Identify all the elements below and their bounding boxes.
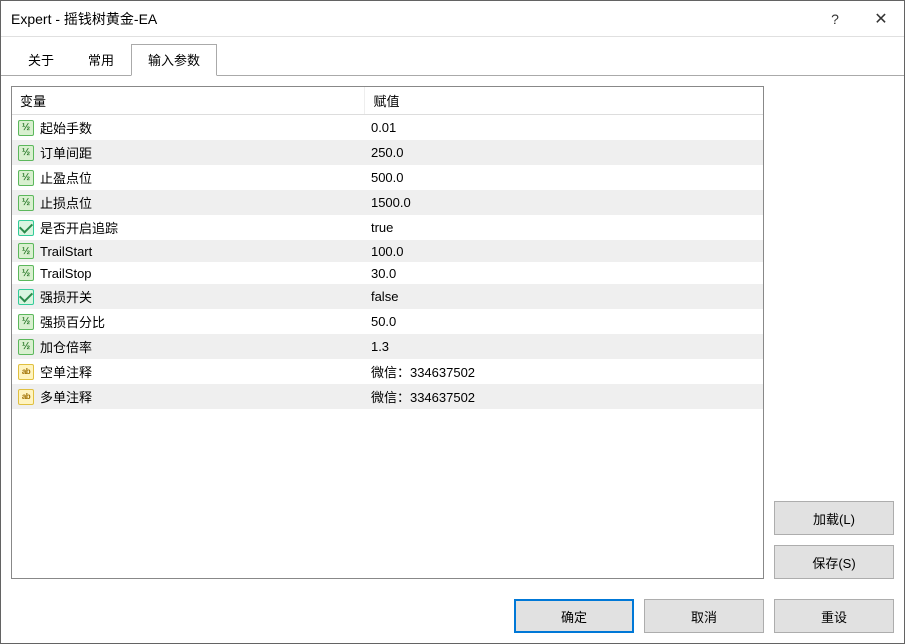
- header-variable[interactable]: 变量: [12, 87, 365, 115]
- variable-value[interactable]: 500.0: [365, 165, 763, 190]
- table-row[interactable]: 订单间距 250.0: [12, 140, 763, 165]
- variable-name: 是否开启追踪: [40, 218, 118, 237]
- tab-inputs[interactable]: 输入参数: [131, 44, 217, 76]
- variable-name: TrailStop: [40, 266, 92, 281]
- variable-name: 起始手数: [40, 118, 92, 137]
- variable-value[interactable]: 250.0: [365, 140, 763, 165]
- variable-value[interactable]: 1500.0: [365, 190, 763, 215]
- table-row[interactable]: 加仓倍率 1.3: [12, 334, 763, 359]
- table-body[interactable]: 起始手数0.01订单间距250.0止盈点位500.0止损点位1500.0是否开启…: [12, 115, 763, 578]
- table-row[interactable]: TrailStop 30.0: [12, 262, 763, 284]
- variable-name: TrailStart: [40, 244, 92, 259]
- content-area: 变量 赋值 起始手数 0.01 订单间距 250.0 止盈点位 500.0 止损点位 1500…: [1, 76, 904, 589]
- dialog-window: Expert - 摇钱树黄金-EA ? ✕ 关于 常用 输入参数 变量 赋值 起…: [0, 0, 905, 644]
- variable-value[interactable]: 50.0: [365, 309, 763, 334]
- bool-type-icon: [18, 220, 34, 236]
- double-type-icon: [18, 195, 34, 211]
- table-row[interactable]: 强损开关 false: [12, 284, 763, 309]
- variable-name: 止损点位: [40, 193, 92, 212]
- table-row[interactable]: 止损点位 1500.0: [12, 190, 763, 215]
- variable-name: 多单注释: [40, 387, 92, 406]
- variable-value[interactable]: 微信：334637502: [365, 384, 763, 409]
- table-row[interactable]: 起始手数 0.01: [12, 115, 763, 140]
- tab-bar: 关于 常用 输入参数: [1, 37, 904, 76]
- variable-name: 加仓倍率: [40, 337, 92, 356]
- variable-name: 强损百分比: [40, 312, 105, 331]
- double-type-icon: [18, 145, 34, 161]
- window-title: Expert - 摇钱树黄金-EA: [11, 9, 812, 29]
- string-type-icon: [18, 364, 34, 380]
- save-button[interactable]: 保存(S): [774, 545, 894, 579]
- tab-about[interactable]: 关于: [11, 44, 71, 76]
- variable-value[interactable]: false: [365, 284, 763, 309]
- variable-value[interactable]: 1.3: [365, 334, 763, 359]
- table-row[interactable]: 空单注释 微信：334637502: [12, 359, 763, 384]
- ok-button[interactable]: 确定: [514, 599, 634, 633]
- double-type-icon: [18, 314, 34, 330]
- variable-name: 空单注释: [40, 362, 92, 381]
- bool-type-icon: [18, 289, 34, 305]
- double-type-icon: [18, 243, 34, 259]
- tab-common[interactable]: 常用: [71, 44, 131, 76]
- table-row[interactable]: 多单注释 微信：334637502: [12, 384, 763, 409]
- footer-buttons: 确定 取消 重设: [1, 589, 904, 643]
- double-type-icon: [18, 170, 34, 186]
- variable-name: 强损开关: [40, 287, 92, 306]
- load-button[interactable]: 加载(L): [774, 501, 894, 535]
- header-value[interactable]: 赋值: [365, 87, 763, 115]
- titlebar: Expert - 摇钱树黄金-EA ? ✕: [1, 1, 904, 37]
- table-row[interactable]: 止盈点位 500.0: [12, 165, 763, 190]
- double-type-icon: [18, 120, 34, 136]
- variable-value[interactable]: true: [365, 215, 763, 240]
- side-buttons: 加载(L) 保存(S): [774, 86, 894, 579]
- variable-value[interactable]: 微信：334637502: [365, 359, 763, 384]
- table-row[interactable]: 强损百分比 50.0: [12, 309, 763, 334]
- double-type-icon: [18, 265, 34, 281]
- window-controls: ? ✕: [812, 1, 904, 36]
- table-row[interactable]: 是否开启追踪 true: [12, 215, 763, 240]
- double-type-icon: [18, 339, 34, 355]
- table-row[interactable]: TrailStart 100.0: [12, 240, 763, 262]
- close-button[interactable]: ✕: [858, 1, 904, 36]
- reset-button[interactable]: 重设: [774, 599, 894, 633]
- help-button[interactable]: ?: [812, 1, 858, 36]
- variable-name: 订单间距: [40, 143, 92, 162]
- variable-value[interactable]: 0.01: [365, 115, 763, 140]
- variable-value[interactable]: 100.0: [365, 240, 763, 262]
- variable-value[interactable]: 30.0: [365, 262, 763, 284]
- parameters-table: 变量 赋值 起始手数 0.01 订单间距 250.0 止盈点位 500.0 止损点位 1500…: [11, 86, 764, 579]
- variable-name: 止盈点位: [40, 168, 92, 187]
- cancel-button[interactable]: 取消: [644, 599, 764, 633]
- string-type-icon: [18, 389, 34, 405]
